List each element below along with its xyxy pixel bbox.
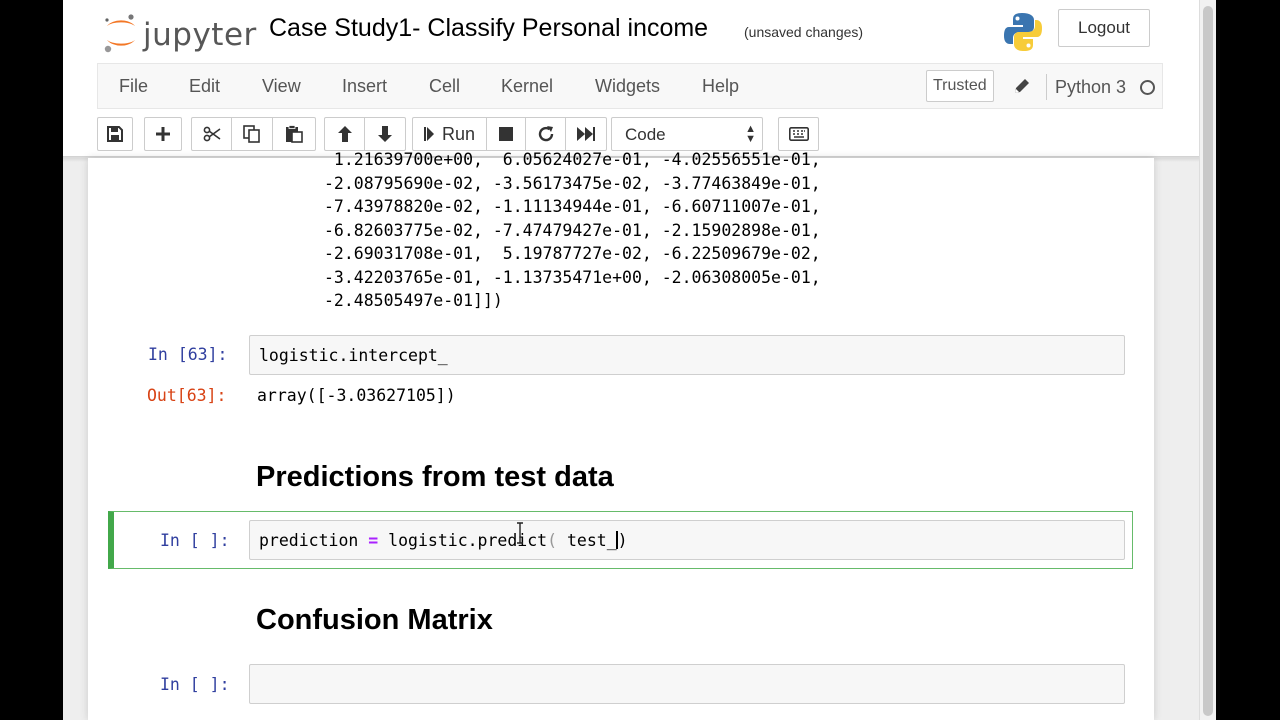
input-prompt: In [ ]: [160,531,230,550]
run-button[interactable]: Run [412,117,487,151]
code-input[interactable] [249,664,1125,704]
save-icon [107,126,123,142]
menu-view[interactable]: View [262,76,301,97]
kernel-name[interactable]: Python 3 [1055,77,1126,98]
close-paren: ) [617,531,628,550]
restart-button[interactable] [525,117,566,151]
notebook-title[interactable]: Case Study1- Classify Personal income [269,14,708,43]
stop-icon [499,127,513,141]
plus-icon [156,127,170,141]
code-token: prediction [259,531,369,550]
paste-icon [286,125,303,143]
paste-button[interactable] [272,117,316,151]
select-arrows-icon: ▲ ▼ [745,123,756,145]
i-beam-cursor-icon [517,522,523,544]
arrow-down-icon [378,126,392,142]
menu-separator [1046,74,1047,100]
output-line: -2.08795690e-02, -3.56173475e-02, -3.774… [324,173,821,193]
menu-help[interactable]: Help [702,76,739,97]
cell-output: array([-3.03627105]) [257,386,456,405]
notebook-window: jupyter Case Study1- Classify Personal i… [63,0,1216,720]
logout-button[interactable]: Logout [1058,9,1150,47]
python-logo-icon [1001,10,1045,54]
move-down-button[interactable] [364,117,406,151]
output-line: -7.43978820e-02, -1.11134944e-01, -6.607… [324,197,821,216]
code-text: logistic.intercept_ [259,346,448,365]
output-line: -3.42203765e-01, -1.13735471e+00, -2.063… [324,267,821,287]
menu-kernel[interactable]: Kernel [501,76,553,97]
menu-insert[interactable]: Insert [342,76,387,97]
input-prompt: In [63]: [148,345,228,364]
edit-pencil-icon[interactable] [1012,76,1032,96]
jupyter-logo-icon [104,14,135,53]
code-text: prediction = logistic.predict( test_) [259,531,628,550]
cell-type-select[interactable]: Code ▲ ▼ [611,117,763,151]
output-prompt: Out[63]: [147,386,227,405]
fast-forward-icon [577,127,595,141]
code-token: test_ [557,531,617,550]
output-line: -2.69031708e-01, 5.19787727e-02, -6.2250… [324,244,821,263]
menu-cell[interactable]: Cell [429,76,460,97]
keyboard-icon [788,127,809,141]
interrupt-button[interactable] [486,117,526,151]
output-line: 1.21639700e+00, 6.05624027e-01, -4.02556… [324,150,821,169]
markdown-heading[interactable]: Confusion Matrix [256,604,493,637]
step-forward-icon [423,127,434,141]
cut-button[interactable] [191,117,232,151]
scrollbar[interactable] [1199,0,1216,720]
save-button[interactable] [97,117,133,151]
output-line: -2.48505497e-01]]) [324,291,503,310]
insert-cell-button[interactable] [144,117,182,151]
code-input[interactable]: prediction = logistic.predict( test_) [249,520,1125,560]
code-input[interactable]: logistic.intercept_ [249,335,1125,375]
trusted-indicator[interactable]: Trusted [926,70,994,102]
menu-file[interactable]: File [119,76,148,97]
menu-widgets[interactable]: Widgets [595,76,660,97]
header: jupyter Case Study1- Classify Personal i… [63,0,1216,158]
copy-icon [243,125,260,143]
menu-edit[interactable]: Edit [189,76,220,97]
refresh-icon [538,126,553,142]
scissors-icon [203,126,220,142]
open-paren: ( [547,531,558,550]
scrollbar-thumb[interactable] [1203,6,1213,716]
output-line: -6.82603775e-02, -7.47479427e-01, -2.159… [324,220,821,240]
move-up-button[interactable] [324,117,365,151]
jupyter-logo[interactable]: jupyter [101,12,256,53]
input-prompt: In [ ]: [160,675,230,694]
kernel-status-icon [1140,80,1155,95]
command-palette-button[interactable] [778,117,819,151]
cell-type-value: Code [625,125,666,144]
assign-operator: = [368,531,379,550]
markdown-heading[interactable]: Predictions from test data [256,461,614,494]
arrow-up-icon [337,126,352,142]
run-all-button[interactable] [565,117,607,151]
run-label: Run [441,123,476,144]
save-status: (unsaved changes) [744,24,864,40]
array-output: 1.21639700e+00, 6.05624027e-01, -4.02556… [324,150,821,313]
logo-text: jupyter [143,17,257,53]
copy-button[interactable] [231,117,273,151]
menu-bar: File Edit View Insert Cell Kernel Widget… [97,63,1163,109]
